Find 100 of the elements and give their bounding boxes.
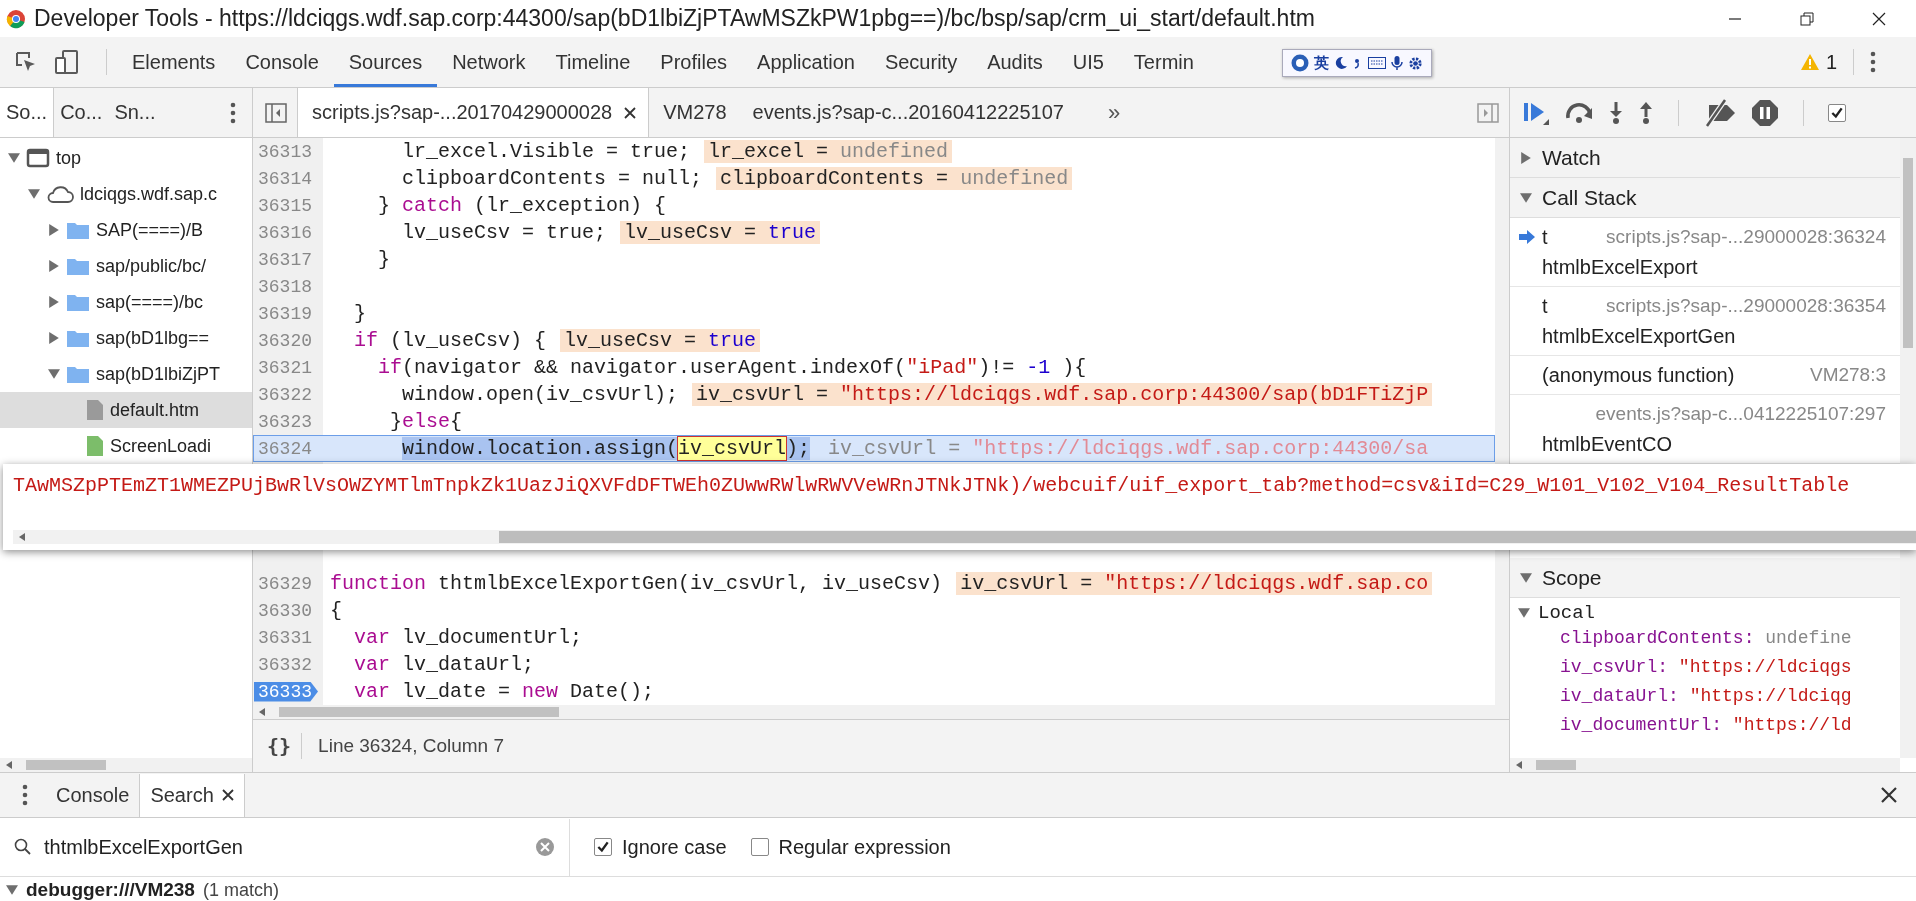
ime-mode-label[interactable]: 英 <box>1314 53 1329 73</box>
frame-location[interactable]: scripts.js?sap-...29000028:36324 <box>1606 226 1900 248</box>
tree-item[interactable]: SAP(====)/B <box>0 212 252 248</box>
navigator-tab[interactable]: Sn... <box>108 88 162 137</box>
search-field[interactable]: thtmlbExcelExportGen <box>42 834 525 860</box>
pause-icon[interactable] <box>1751 98 1779 127</box>
scroll-left-icon[interactable] <box>6 761 12 769</box>
expanded-arrow-icon[interactable] <box>6 884 18 896</box>
scope-variable[interactable]: iv_dataUrl: "https://ldciqg <box>1510 686 1900 715</box>
scope-variable[interactable]: iv_documentUrl: "https://ld <box>1510 715 1900 744</box>
collapsed-arrow-icon[interactable] <box>1520 151 1532 164</box>
scope-variable[interactable]: iv_csvUrl: "https://ldciqgs <box>1510 657 1900 686</box>
panel-tab[interactable]: Termin <box>1118 37 1209 87</box>
clear-icon[interactable] <box>535 837 555 857</box>
collapsed-arrow-icon[interactable] <box>48 296 60 308</box>
step-out-icon[interactable] <box>1638 100 1654 125</box>
horizontal-scrollbar[interactable] <box>0 758 252 772</box>
deactivate-breakpoints-icon[interactable] <box>1703 98 1737 127</box>
frame-location[interactable]: scripts.js?sap-...29000028:36354 <box>1606 295 1900 317</box>
panel-tab[interactable]: Application <box>742 37 870 87</box>
ime-toolbar[interactable]: 英 <box>1282 49 1432 77</box>
close-icon[interactable] <box>1872 11 1886 26</box>
horizontal-scrollbar[interactable] <box>1510 758 1900 772</box>
more-options-icon[interactable] <box>1870 51 1876 73</box>
checkbox[interactable] <box>1828 103 1846 122</box>
line-number: 36320 <box>257 330 313 351</box>
section-header[interactable]: Watch <box>1510 138 1900 178</box>
horizontal-scrollbar[interactable] <box>13 530 1916 544</box>
tree-item[interactable]: top <box>0 140 252 176</box>
scroll-left-icon[interactable] <box>19 533 25 541</box>
checkbox-label[interactable]: Ignore case <box>622 835 727 859</box>
scope-variable[interactable]: clipboardContents: undefine <box>1510 628 1900 657</box>
tree-item[interactable]: default.htm <box>0 392 252 428</box>
close-icon[interactable] <box>1880 786 1898 804</box>
drawer-tab[interactable]: Console <box>46 773 140 817</box>
scroll-left-icon[interactable] <box>1516 761 1522 769</box>
tree-item[interactable]: sap/public/bc/ <box>0 248 252 284</box>
step-over-icon[interactable] <box>1564 101 1594 124</box>
restore-icon[interactable] <box>1800 11 1814 26</box>
keyboard-icon[interactable] <box>1368 57 1386 69</box>
more-options-icon[interactable] <box>230 101 236 124</box>
navigator-tab[interactable]: Co... <box>54 88 109 137</box>
scroll-left-icon[interactable] <box>259 708 265 716</box>
panel-tab[interactable]: Profiles <box>645 37 743 87</box>
tree-item[interactable]: sap(bD1lbiZjPT <box>0 356 252 392</box>
collapsed-arrow-icon[interactable] <box>48 224 60 236</box>
editor-tab[interactable]: scripts.js?sap-...20170429000028 <box>297 88 650 137</box>
expanded-arrow-icon[interactable] <box>1520 571 1532 584</box>
pretty-print-button[interactable]: {} <box>267 734 292 758</box>
panel-tab[interactable]: UI5 <box>1057 37 1119 87</box>
horizontal-scrollbar[interactable] <box>253 705 1509 719</box>
warning-count[interactable]: 1 <box>1825 50 1837 74</box>
scrollbar-thumb[interactable] <box>1536 760 1576 770</box>
panel-tab[interactable]: Elements <box>117 37 231 87</box>
section-header[interactable]: Scope <box>1510 558 1900 598</box>
drawer-tab[interactable]: Search <box>139 773 245 817</box>
checkbox[interactable] <box>750 838 769 856</box>
tree-item[interactable]: sap(bD1lbg== <box>0 320 252 356</box>
scope-group[interactable]: Local <box>1510 598 1900 628</box>
editor-tab[interactable]: VM278 <box>649 88 739 137</box>
microphone-icon[interactable] <box>1391 55 1403 71</box>
scope-title: Local <box>1538 602 1595 624</box>
tree-item[interactable]: sap(====)/bc <box>0 284 252 320</box>
sidebar-toggle-icon[interactable] <box>265 102 287 123</box>
close-icon[interactable] <box>624 106 637 119</box>
frame-location[interactable]: events.js?sap-c...0412225107:297 <box>1595 403 1900 425</box>
panel-tab[interactable]: Audits <box>972 37 1058 87</box>
settings-icon[interactable] <box>1408 55 1423 71</box>
panel-tab[interactable]: Timeline <box>540 37 646 87</box>
panel-tab[interactable]: Network <box>437 37 541 87</box>
editor-tab[interactable]: events.js?sap-c...20160412225107 <box>738 88 1076 137</box>
section-header[interactable]: Call Stack <box>1510 178 1900 218</box>
checkbox[interactable] <box>594 838 612 856</box>
panel-tab[interactable]: Console <box>230 37 334 87</box>
call-frame[interactable]: (anonymous function) VM278:3 <box>1510 356 1900 395</box>
panel-tab[interactable]: Security <box>869 37 973 87</box>
expanded-arrow-icon[interactable] <box>1518 607 1530 619</box>
expanded-arrow-icon[interactable] <box>1520 191 1532 204</box>
close-icon[interactable] <box>221 789 234 801</box>
sidebar-toggle-icon[interactable] <box>1477 102 1499 123</box>
collapsed-arrow-icon[interactable] <box>48 332 60 344</box>
frame-location[interactable]: VM278:3 <box>1809 364 1900 386</box>
more-options-icon[interactable] <box>22 784 28 806</box>
step-into-icon[interactable] <box>1608 100 1624 125</box>
more-tabs-button[interactable]: » <box>1095 99 1133 126</box>
collapsed-arrow-icon[interactable] <box>48 260 60 272</box>
expanded-arrow-icon[interactable] <box>28 188 40 200</box>
function-name: htmlbEventCO <box>1542 432 1673 456</box>
expanded-arrow-icon[interactable] <box>48 368 60 380</box>
result-file[interactable]: debugger:///VM238 <box>26 879 195 901</box>
checkbox-label[interactable]: Regular expression <box>778 835 951 859</box>
tree-item[interactable]: ldciqgs.wdf.sap.c <box>0 176 252 212</box>
code-text: var lv_documentUrl; <box>353 626 583 649</box>
navigator-tab[interactable]: So... <box>0 88 55 137</box>
device-icon[interactable] <box>54 49 80 75</box>
moon-icon[interactable] <box>1334 56 1348 70</box>
tree-item[interactable]: ScreenLoadi <box>0 428 252 464</box>
section-title: Call Stack <box>1542 185 1637 210</box>
expanded-arrow-icon[interactable] <box>8 152 20 164</box>
section-title: Scope <box>1542 565 1602 590</box>
